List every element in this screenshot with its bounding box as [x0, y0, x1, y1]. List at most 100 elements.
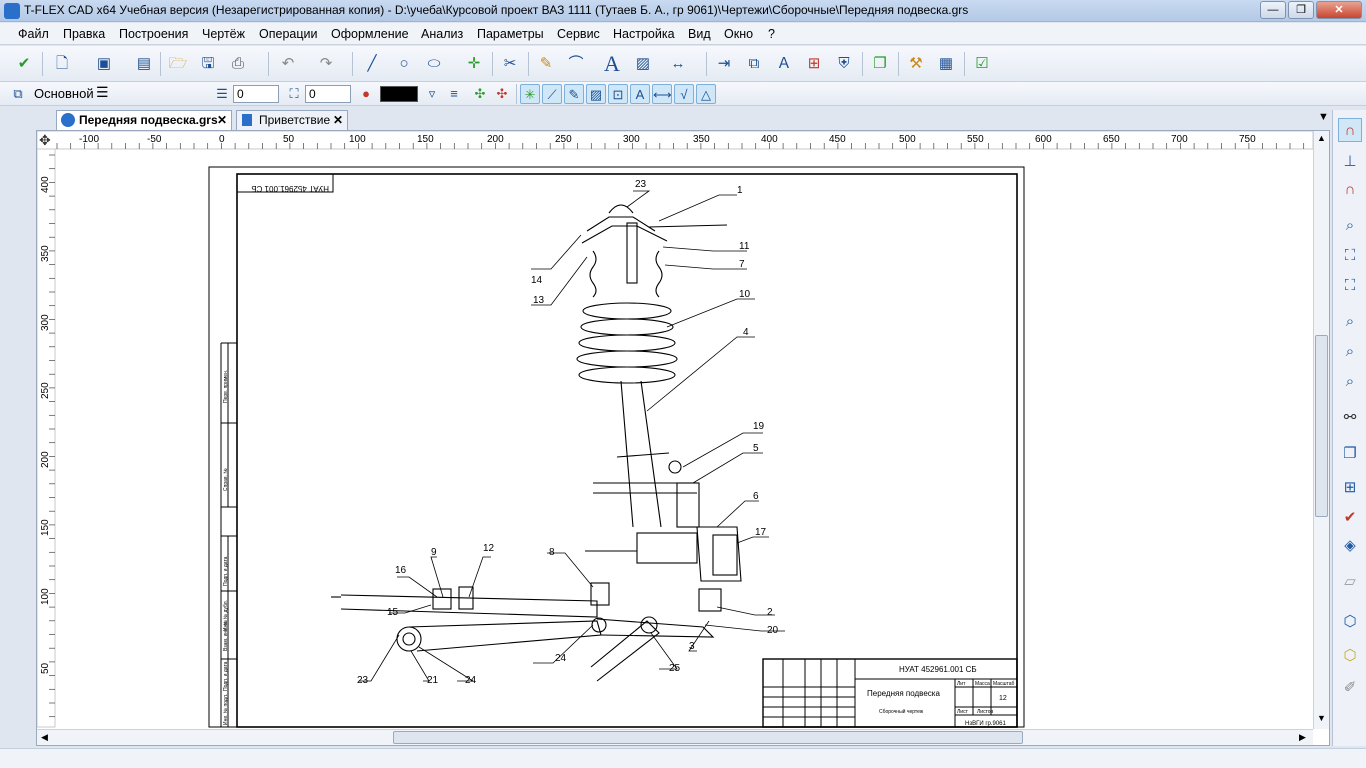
- close-button[interactable]: ✕: [1316, 1, 1362, 19]
- menu-analysis[interactable]: Анализ: [421, 27, 463, 41]
- layer-name[interactable]: Основной: [34, 86, 94, 101]
- snap-magnet-icon[interactable]: ∩: [1338, 178, 1362, 202]
- zoom-previous-icon[interactable]: ⌕: [1338, 370, 1362, 394]
- zoom-in-icon[interactable]: ⌕: [1338, 310, 1362, 334]
- drawing-canvas[interactable]: -100 -50 0 50 100 150 200 250 300 350 40…: [36, 130, 1330, 746]
- vertical-scroll-thumb[interactable]: [1315, 335, 1328, 517]
- brush-icon[interactable]: ✐: [1338, 676, 1362, 700]
- drawing-svg[interactable]: -100 -50 0 50 100 150 200 250 300 350 40…: [36, 130, 1329, 745]
- template-icon[interactable]: ▤: [132, 52, 156, 76]
- undo-icon[interactable]: ↶: [276, 52, 300, 76]
- menu-window[interactable]: Окно: [724, 27, 753, 41]
- snap-rough-icon[interactable]: √: [674, 84, 694, 104]
- magnet-icon[interactable]: ∩: [1338, 118, 1362, 142]
- scroll-left-arrow-icon[interactable]: ◀: [41, 732, 48, 743]
- check-icon[interactable]: ✔: [1338, 506, 1362, 530]
- 3d-box-icon[interactable]: ⬡: [1338, 644, 1362, 668]
- layers-icon[interactable]: ⧉: [8, 84, 28, 104]
- line-icon[interactable]: ╱: [360, 52, 384, 76]
- zoom-extents-icon[interactable]: ⛶: [1338, 274, 1362, 298]
- menu-help[interactable]: ?: [768, 27, 775, 41]
- vertical-scrollbar[interactable]: ▲ ▼: [1313, 131, 1329, 729]
- tab-front-suspension[interactable]: Передняя подвеска.grs ✕: [56, 110, 232, 130]
- dimension-icon[interactable]: ↔: [666, 52, 690, 76]
- restore-button[interactable]: ❐: [1288, 1, 1314, 19]
- 3d-view-icon[interactable]: ⬡: [1338, 610, 1362, 634]
- line-width-icon[interactable]: ≡: [444, 84, 464, 104]
- confirm-icon[interactable]: ✔: [12, 52, 36, 76]
- layer-menu-icon[interactable]: ☰: [96, 84, 109, 101]
- node-icon[interactable]: ✛: [462, 52, 486, 76]
- sketch-icon[interactable]: ✎: [534, 52, 558, 76]
- new-3d-icon[interactable]: ▣: [92, 52, 116, 76]
- print-icon[interactable]: ⎙: [226, 52, 250, 76]
- spec-icon[interactable]: ⛨: [832, 52, 856, 76]
- spline-icon[interactable]: ⌒: [564, 52, 588, 76]
- fragment-icon[interactable]: ⇥: [712, 52, 736, 76]
- menu-draw[interactable]: Чертёж: [202, 27, 245, 41]
- hatch-icon[interactable]: ▨: [631, 52, 655, 76]
- app-icon: [4, 3, 20, 19]
- snap-tolerance-icon[interactable]: △: [696, 84, 716, 104]
- menu-construct[interactable]: Построения: [119, 27, 188, 41]
- scroll-down-arrow-icon[interactable]: ▼: [1317, 713, 1326, 723]
- tabs-dropdown-icon[interactable]: ▼: [1318, 111, 1329, 123]
- tab-welcome[interactable]: Приветствие ✕: [236, 110, 348, 130]
- redo-icon[interactable]: ↷: [314, 52, 338, 76]
- snap-tangent-icon[interactable]: ⟋: [542, 84, 562, 104]
- text-format-icon[interactable]: Ａ: [772, 52, 796, 76]
- trim-icon[interactable]: ✂: [498, 52, 522, 76]
- circle-icon[interactable]: ○: [392, 52, 416, 76]
- text-icon[interactable]: A: [600, 52, 624, 76]
- level-field[interactable]: 0: [233, 85, 279, 103]
- zoom-window-icon[interactable]: ⌕: [1338, 214, 1362, 238]
- horizontal-scrollbar[interactable]: ◀ ▶: [37, 729, 1313, 745]
- snap-node-icon[interactable]: ✳: [520, 84, 540, 104]
- minimize-button[interactable]: —: [1260, 1, 1286, 19]
- color-palette-icon[interactable]: ●: [356, 84, 376, 104]
- snap-off-icon[interactable]: ✣: [492, 84, 512, 104]
- plane-icon[interactable]: ▱: [1338, 570, 1362, 594]
- table-icon[interactable]: ⊞: [802, 52, 826, 76]
- snap-fragment-icon[interactable]: ⊡: [608, 84, 628, 104]
- pages-icon[interactable]: ❐: [1338, 442, 1362, 466]
- pin-icon[interactable]: ⊥: [1338, 150, 1362, 174]
- fit-icon[interactable]: ⛶: [1338, 244, 1362, 268]
- grid-icon[interactable]: ⊞: [1338, 476, 1362, 500]
- new-document-icon[interactable]: 🗋: [50, 52, 74, 76]
- scroll-up-arrow-icon[interactable]: ▲: [1317, 133, 1326, 143]
- view-glasses-icon[interactable]: ⚯: [1338, 406, 1362, 430]
- snap-dimension-icon[interactable]: ⟷: [652, 84, 672, 104]
- snap-text-icon[interactable]: A: [630, 84, 650, 104]
- close-tab-icon[interactable]: ✕: [333, 111, 343, 129]
- menu-settings[interactable]: Настройка: [613, 27, 675, 41]
- menu-format[interactable]: Оформление: [331, 27, 409, 41]
- menu-service[interactable]: Сервис: [557, 27, 600, 41]
- horizontal-scroll-thumb[interactable]: [393, 731, 1023, 744]
- zoom-out-icon[interactable]: ⌕: [1338, 340, 1362, 364]
- menu-edit[interactable]: Правка: [63, 27, 105, 41]
- priority-field[interactable]: 0: [305, 85, 351, 103]
- menu-file[interactable]: Файл: [18, 27, 49, 41]
- open-folder-icon[interactable]: 🗁: [166, 52, 190, 76]
- close-tab-icon[interactable]: ✕: [217, 111, 227, 129]
- svg-text:14: 14: [531, 275, 543, 286]
- menu-view[interactable]: Вид: [688, 27, 711, 41]
- snap-hatch-icon[interactable]: ▨: [586, 84, 606, 104]
- menu-operations[interactable]: Операции: [259, 27, 317, 41]
- snap-grid-icon[interactable]: ✎: [564, 84, 584, 104]
- save-icon[interactable]: 🖫: [196, 52, 220, 76]
- ellipse-icon[interactable]: ⬭: [422, 52, 446, 76]
- move-cursor-icon[interactable]: ✥: [39, 132, 51, 148]
- array-icon[interactable]: ⧉: [742, 52, 766, 76]
- snap-on-icon[interactable]: ✣: [470, 84, 490, 104]
- cube-icon[interactable]: ◈: [1338, 534, 1362, 558]
- pages-icon[interactable]: ❐: [868, 52, 892, 76]
- color-swatch[interactable]: [380, 86, 418, 102]
- calculator-icon[interactable]: ▦: [934, 52, 958, 76]
- line-style-icon[interactable]: ▿: [422, 84, 442, 104]
- scroll-right-arrow-icon[interactable]: ▶: [1299, 732, 1306, 743]
- checklist-icon[interactable]: ☑: [970, 52, 994, 76]
- menu-parameters[interactable]: Параметры: [477, 27, 544, 41]
- tools-icon[interactable]: ⚒: [904, 52, 928, 76]
